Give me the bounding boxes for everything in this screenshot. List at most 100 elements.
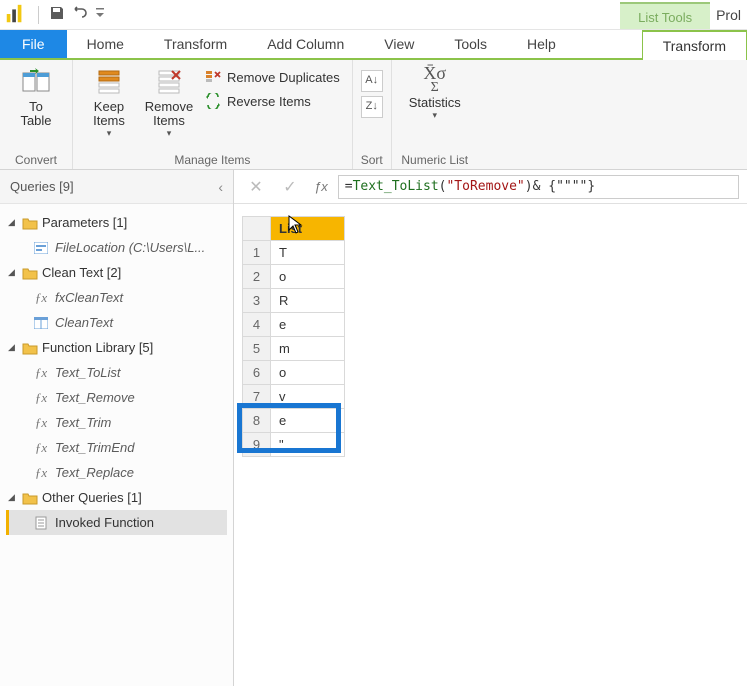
query-item[interactable]: ƒxText_Remove: [6, 385, 227, 410]
query-group-label: Other Queries [1]: [42, 490, 142, 505]
row-number: 2: [243, 265, 271, 289]
query-item[interactable]: ƒxText_TrimEnd: [6, 435, 227, 460]
cell[interactable]: o: [271, 361, 345, 385]
corner-cell: [243, 217, 271, 241]
to-table-icon: [20, 66, 52, 98]
reverse-items-label: Reverse Items: [227, 94, 311, 109]
tab-transform[interactable]: Transform: [144, 30, 247, 58]
table-row[interactable]: 2o: [243, 265, 345, 289]
commit-formula-button[interactable]: ✓: [276, 175, 304, 199]
cancel-formula-button[interactable]: ✕: [242, 175, 270, 199]
cell[interactable]: v: [271, 385, 345, 409]
sort-descending-button[interactable]: Z↓: [361, 96, 383, 118]
folder-icon: [22, 341, 38, 355]
table-row[interactable]: 9": [243, 433, 345, 457]
remove-duplicates-label: Remove Duplicates: [227, 70, 340, 85]
dropdown-caret-icon: ▾: [167, 128, 172, 139]
row-number: 1: [243, 241, 271, 265]
table-row[interactable]: 3R: [243, 289, 345, 313]
queries-panel-header: Queries [9] ‹: [0, 170, 233, 204]
cell[interactable]: T: [271, 241, 345, 265]
undo-icon[interactable]: [71, 5, 87, 24]
keep-items-button[interactable]: Keep Items ▾: [81, 64, 137, 141]
query-item[interactable]: ƒxText_Replace: [6, 460, 227, 485]
contextual-tab-list-tools: List Tools: [620, 2, 710, 29]
column-header-list[interactable]: List: [271, 217, 345, 241]
statistics-label: Statistics: [409, 96, 461, 110]
query-item-label: Invoked Function: [55, 515, 154, 530]
save-icon[interactable]: [49, 5, 65, 24]
table-row[interactable]: 7v: [243, 385, 345, 409]
group-label-numeric-list: Numeric List: [400, 151, 470, 167]
tab-tools[interactable]: Tools: [434, 30, 507, 58]
table-row[interactable]: 1T: [243, 241, 345, 265]
query-group-label: Clean Text [2]: [42, 265, 121, 280]
cell[interactable]: e: [271, 313, 345, 337]
reverse-items-icon: [205, 93, 221, 109]
keep-items-icon: [93, 66, 125, 98]
query-item-label: Text_ToList: [55, 365, 121, 380]
query-item[interactable]: CleanText: [6, 310, 227, 335]
sort-desc-icon: Z↓: [366, 100, 378, 112]
tab-view[interactable]: View: [364, 30, 434, 58]
sort-asc-icon: A↓: [365, 74, 378, 86]
query-item[interactable]: ƒxText_Trim: [6, 410, 227, 435]
check-icon: ✓: [283, 177, 296, 197]
sort-ascending-button[interactable]: A↓: [361, 70, 383, 92]
formula-input[interactable]: = Text_ToList("ToRemove") & {""""}: [338, 175, 739, 199]
group-label-convert: Convert: [8, 151, 64, 167]
to-table-button[interactable]: To Table: [8, 64, 64, 130]
app-icon: [4, 3, 28, 27]
query-item-label: fxCleanText: [55, 290, 123, 305]
query-group[interactable]: ◢Function Library [5]: [6, 335, 227, 360]
remove-items-button[interactable]: Remove Items ▾: [141, 64, 197, 141]
queries-tree[interactable]: ◢Parameters [1]FileLocation (C:\Users\L.…: [0, 204, 233, 541]
cell[interactable]: e: [271, 409, 345, 433]
formula-bar: ✕ ✓ ƒx = Text_ToList("ToRemove") & {""""…: [234, 170, 747, 204]
remove-duplicates-button[interactable]: Remove Duplicates: [201, 68, 344, 86]
tab-help[interactable]: Help: [507, 30, 576, 58]
collapse-panel-icon[interactable]: ‹: [218, 179, 223, 195]
row-number: 8: [243, 409, 271, 433]
to-table-label: To Table: [20, 100, 51, 128]
query-item[interactable]: ƒx fxCleanText: [6, 285, 227, 310]
ribbon-body: To Table Convert Keep Items ▾: [0, 60, 747, 170]
query-item-label: Text_TrimEnd: [55, 440, 134, 455]
query-item-label: CleanText: [55, 315, 113, 330]
query-item[interactable]: FileLocation (C:\Users\L...: [6, 235, 227, 260]
query-group[interactable]: ◢ Clean Text [2]: [6, 260, 227, 285]
ribbon-group-sort: A↓ Z↓ Sort: [353, 60, 392, 169]
table-row[interactable]: 4e: [243, 313, 345, 337]
data-grid[interactable]: List 1T2o3R4e5m6o7v8e9": [242, 216, 345, 457]
cell[interactable]: R: [271, 289, 345, 313]
query-item[interactable]: ƒxText_ToList: [6, 360, 227, 385]
expand-triangle-icon: ◢: [8, 267, 18, 278]
query-group[interactable]: ◢ Other Queries [1]: [6, 485, 227, 510]
tab-home[interactable]: Home: [67, 30, 144, 58]
tab-add-column[interactable]: Add Column: [247, 30, 364, 58]
file-tab[interactable]: File: [0, 30, 67, 58]
statistics-button[interactable]: X̄σΣ Statistics ▾: [400, 64, 470, 123]
table-row[interactable]: 5m: [243, 337, 345, 361]
row-number: 9: [243, 433, 271, 457]
x-icon: ✕: [249, 177, 262, 197]
fx-icon: ƒx: [310, 179, 332, 194]
table-row[interactable]: 8e: [243, 409, 345, 433]
group-label-manage-items: Manage Items: [81, 151, 344, 167]
query-item[interactable]: Invoked Function: [6, 510, 227, 535]
query-item-icon: ƒx: [33, 291, 49, 305]
cell[interactable]: m: [271, 337, 345, 361]
reverse-items-button[interactable]: Reverse Items: [201, 92, 344, 110]
cell[interactable]: o: [271, 265, 345, 289]
qat-dropdown-icon[interactable]: [95, 6, 105, 23]
query-group-label: Parameters [1]: [42, 215, 127, 230]
expand-triangle-icon: ◢: [8, 492, 18, 503]
remove-items-icon: [153, 66, 185, 98]
tab-list-transform[interactable]: Transform: [642, 30, 747, 60]
query-item-icon: ƒx: [33, 466, 49, 480]
cell[interactable]: ": [271, 433, 345, 457]
quick-access-toolbar: [34, 5, 105, 24]
title-bar: List Tools Prol: [0, 0, 747, 30]
table-row[interactable]: 6o: [243, 361, 345, 385]
query-group[interactable]: ◢Parameters [1]: [6, 210, 227, 235]
